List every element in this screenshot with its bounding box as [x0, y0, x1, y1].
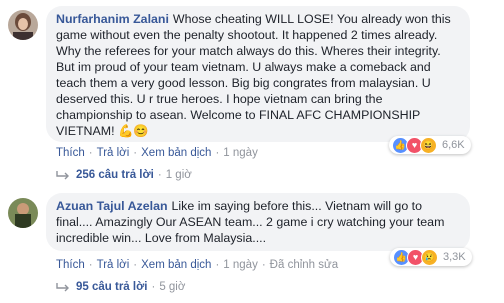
- reaction-summary[interactable]: 👍 ♥ 😆 6,6K: [389, 136, 471, 154]
- like-link[interactable]: Thích: [56, 147, 85, 159]
- comment-author[interactable]: Nurfarhanim Zalani: [56, 12, 169, 26]
- avatar-photo: [8, 10, 38, 40]
- reaction-count: 3,3K: [443, 251, 466, 263]
- replies-time: 5 giờ: [159, 281, 186, 293]
- reply-link[interactable]: Trả lời: [97, 259, 130, 271]
- reaction-summary[interactable]: 👍 ♥ 😢 3,3K: [390, 248, 472, 266]
- view-replies[interactable]: 95 câu trả lời · 5 giờ: [56, 281, 185, 293]
- avatar[interactable]: [8, 198, 38, 228]
- replies-time: 1 giờ: [165, 169, 192, 181]
- reply-arrow-icon: [56, 283, 69, 292]
- replies-count-link[interactable]: 95 câu trả lời: [76, 281, 147, 293]
- reaction-count: 6,6K: [442, 139, 465, 151]
- translate-link[interactable]: Xem bản dịch: [141, 147, 211, 159]
- reply-link[interactable]: Trả lời: [97, 147, 130, 159]
- avatar-photo: [8, 198, 38, 228]
- haha-icon: 😆: [420, 136, 437, 154]
- comment-bubble: Nurfarhanim Zalani Whose cheating WILL LO…: [46, 6, 470, 142]
- comment-actions: Thích · Trả lời · Xem bản dịch · 1 ngày: [56, 147, 258, 159]
- comment-text: Whose cheating WILL LOSE! You already wo…: [56, 12, 451, 138]
- comment-bubble: Azuan Tajul Azelan Like im saying before …: [46, 193, 470, 251]
- comment-author[interactable]: Azuan Tajul Azelan: [56, 199, 168, 213]
- comment-time[interactable]: 1 ngày: [223, 259, 258, 271]
- edited-label[interactable]: Đã chỉnh sửa: [270, 259, 338, 271]
- view-replies[interactable]: 256 câu trả lời · 1 giờ: [56, 169, 192, 181]
- translate-link[interactable]: Xem bản dịch: [141, 259, 211, 271]
- avatar[interactable]: [8, 10, 38, 40]
- comment-actions: Thích · Trả lời · Xem bản dịch · 1 ngày · Đã chỉ…: [56, 259, 339, 271]
- comment-time[interactable]: 1 ngày: [223, 147, 258, 159]
- sad-icon: 😢: [421, 248, 438, 266]
- replies-count-link[interactable]: 256 câu trả lời: [76, 169, 154, 181]
- reply-arrow-icon: [56, 171, 69, 180]
- like-link[interactable]: Thích: [56, 259, 85, 271]
